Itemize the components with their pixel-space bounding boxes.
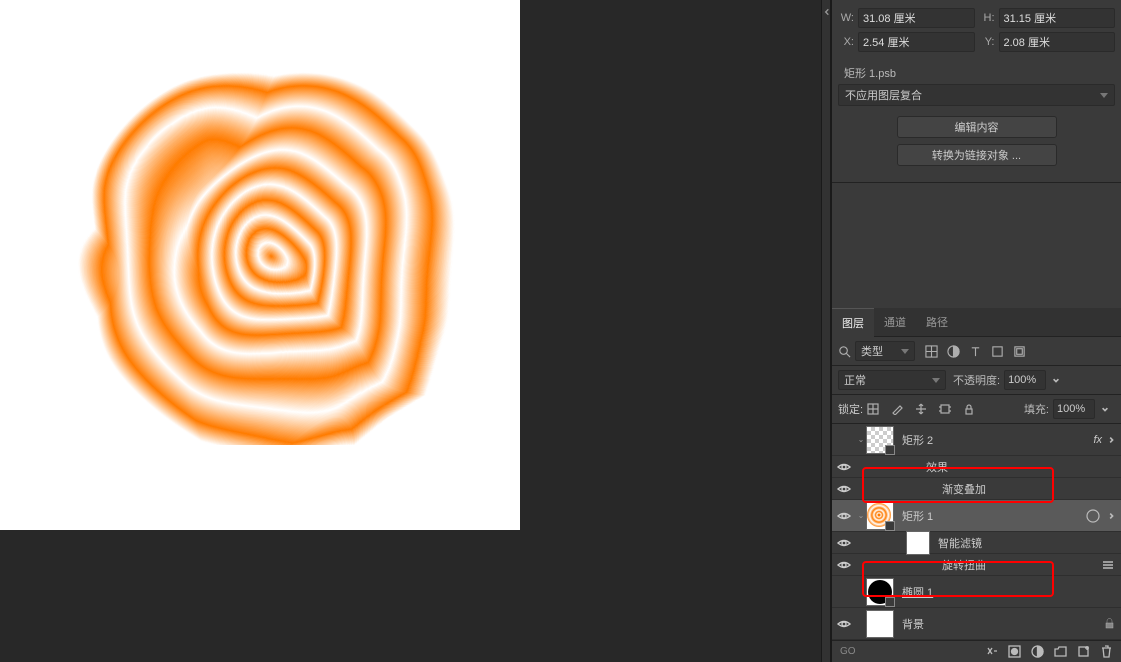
layers-list[interactable]: ⌄ 矩形 2 fx 效果 渐变叠加 ⌄ 矩形 1 智能滤镜 [832, 424, 1121, 640]
fill-chevron-icon[interactable] [1099, 403, 1111, 415]
fill-field[interactable]: 100% [1053, 399, 1095, 419]
adjust-filter-icon[interactable] [947, 345, 960, 358]
layer-thumbnail[interactable] [866, 610, 894, 638]
fx-menu-icon[interactable] [985, 645, 998, 658]
width-field[interactable] [858, 8, 975, 28]
opacity-chevron-icon[interactable] [1050, 374, 1062, 386]
lock-transparent-icon[interactable] [867, 403, 879, 415]
lock-label: 锁定: [838, 401, 863, 417]
layer-effect-gradient-overlay[interactable]: 渐变叠加 [832, 478, 1121, 500]
new-layer-icon[interactable] [1077, 645, 1090, 658]
visibility-toggle[interactable] [832, 558, 856, 572]
properties-section: W: H: X: Y: 矩形 1.psb 不应用图层复合 编辑内容 转换为链接对… [832, 0, 1121, 183]
layer-ellipse1[interactable]: 椭圆 1 [832, 576, 1121, 608]
panel-gap [832, 183, 1121, 308]
layer-name[interactable]: 矩形 2 [902, 432, 1093, 448]
lock-artboard-icon[interactable] [939, 403, 951, 415]
expand-chevron-icon[interactable]: ⌄ [856, 435, 866, 444]
layer-name[interactable]: 矩形 1 [902, 508, 1086, 524]
lock-fill-row: 锁定: 填充: 100% [832, 395, 1121, 424]
link-layers-icon[interactable]: GO [840, 646, 856, 657]
smart-object-filename: 矩形 1.psb [838, 56, 1115, 84]
adjustment-icon[interactable] [1031, 645, 1044, 658]
lock-icon [1104, 618, 1115, 629]
convert-to-link-button[interactable]: 转换为链接对象 ... [897, 144, 1057, 166]
shape-filter-icon[interactable] [991, 345, 1004, 358]
visibility-toggle[interactable] [832, 617, 856, 631]
pixel-filter-icon[interactable] [925, 345, 938, 358]
layer-background[interactable]: 背景 [832, 608, 1121, 640]
visibility-toggle[interactable] [832, 460, 856, 474]
layer-comp-combo[interactable]: 不应用图层复合 [838, 84, 1115, 106]
lock-brush-icon[interactable] [891, 403, 903, 415]
blend-opacity-row: 正常 不透明度: 100% [832, 366, 1121, 395]
right-panel: W: H: X: Y: 矩形 1.psb 不应用图层复合 编辑内容 转换为链接对… [831, 0, 1121, 662]
spiral-artwork [60, 45, 460, 445]
layer-thumbnail[interactable] [866, 578, 894, 606]
type-filter-icon[interactable] [969, 345, 982, 358]
fill-label: 填充: [1024, 401, 1049, 417]
smart-filter-icon[interactable] [1013, 345, 1026, 358]
lock-all-icon[interactable] [963, 403, 975, 415]
h-label: H: [979, 12, 995, 24]
blend-mode-combo[interactable]: 正常 [838, 370, 946, 390]
layer-thumbnail[interactable] [866, 426, 894, 454]
opacity-label: 不透明度: [953, 372, 1000, 388]
layers-panel-tabs: 图层 通道 路径 [832, 308, 1121, 337]
mask-icon[interactable] [1008, 645, 1021, 658]
tab-layers[interactable]: 图层 [832, 308, 874, 337]
smart-filter-twirl[interactable]: 旋转扭曲 [832, 554, 1121, 576]
fx-chevron-icon[interactable] [1105, 434, 1117, 446]
gradient-overlay-label: 渐变叠加 [856, 481, 986, 497]
layer-effects-header[interactable]: 效果 [832, 456, 1121, 478]
opacity-field[interactable]: 100% [1004, 370, 1046, 390]
y-field[interactable] [999, 32, 1116, 52]
chevron-left-icon [823, 6, 831, 18]
layer-thumbnail[interactable] [866, 502, 894, 530]
layer-name[interactable]: 背景 [902, 616, 1104, 632]
filter-options-icon[interactable] [1101, 558, 1115, 572]
tab-paths[interactable]: 路径 [916, 308, 958, 336]
smart-filters-row[interactable]: 智能滤镜 [832, 532, 1121, 554]
panel-collapse-bar[interactable] [821, 0, 831, 662]
tab-channels[interactable]: 通道 [874, 308, 916, 336]
edit-contents-button[interactable]: 编辑内容 [897, 116, 1057, 138]
expand-icon[interactable] [1105, 510, 1117, 522]
smart-object-icon [1086, 509, 1100, 523]
visibility-toggle[interactable] [832, 536, 856, 550]
x-label: X: [838, 36, 854, 48]
search-icon [838, 345, 851, 358]
smart-filters-label: 智能滤镜 [938, 535, 982, 551]
canvas-area[interactable] [0, 0, 821, 662]
group-icon[interactable] [1054, 645, 1067, 658]
fx-badge[interactable]: fx [1093, 434, 1102, 446]
visibility-toggle[interactable] [832, 482, 856, 496]
layers-footer: GO [832, 640, 1121, 662]
expand-chevron-icon[interactable]: ⌄ [856, 511, 866, 520]
lock-move-icon[interactable] [915, 403, 927, 415]
smart-filter-mask-thumbnail[interactable] [906, 531, 930, 555]
twirl-label: 旋转扭曲 [856, 557, 986, 573]
w-label: W: [838, 12, 854, 24]
layer-rect2[interactable]: ⌄ 矩形 2 fx [832, 424, 1121, 456]
visibility-toggle[interactable] [832, 509, 856, 523]
x-field[interactable] [858, 32, 975, 52]
layer-rect1[interactable]: ⌄ 矩形 1 [832, 500, 1121, 532]
height-field[interactable] [999, 8, 1116, 28]
filter-kind-combo[interactable]: 类型 [855, 341, 915, 361]
y-label: Y: [979, 36, 995, 48]
layer-name[interactable]: 椭圆 1 [902, 584, 1121, 600]
artboard [0, 0, 520, 530]
layer-filter-row: 类型 [832, 337, 1121, 366]
effects-label: 效果 [856, 459, 948, 475]
delete-icon[interactable] [1100, 645, 1113, 658]
